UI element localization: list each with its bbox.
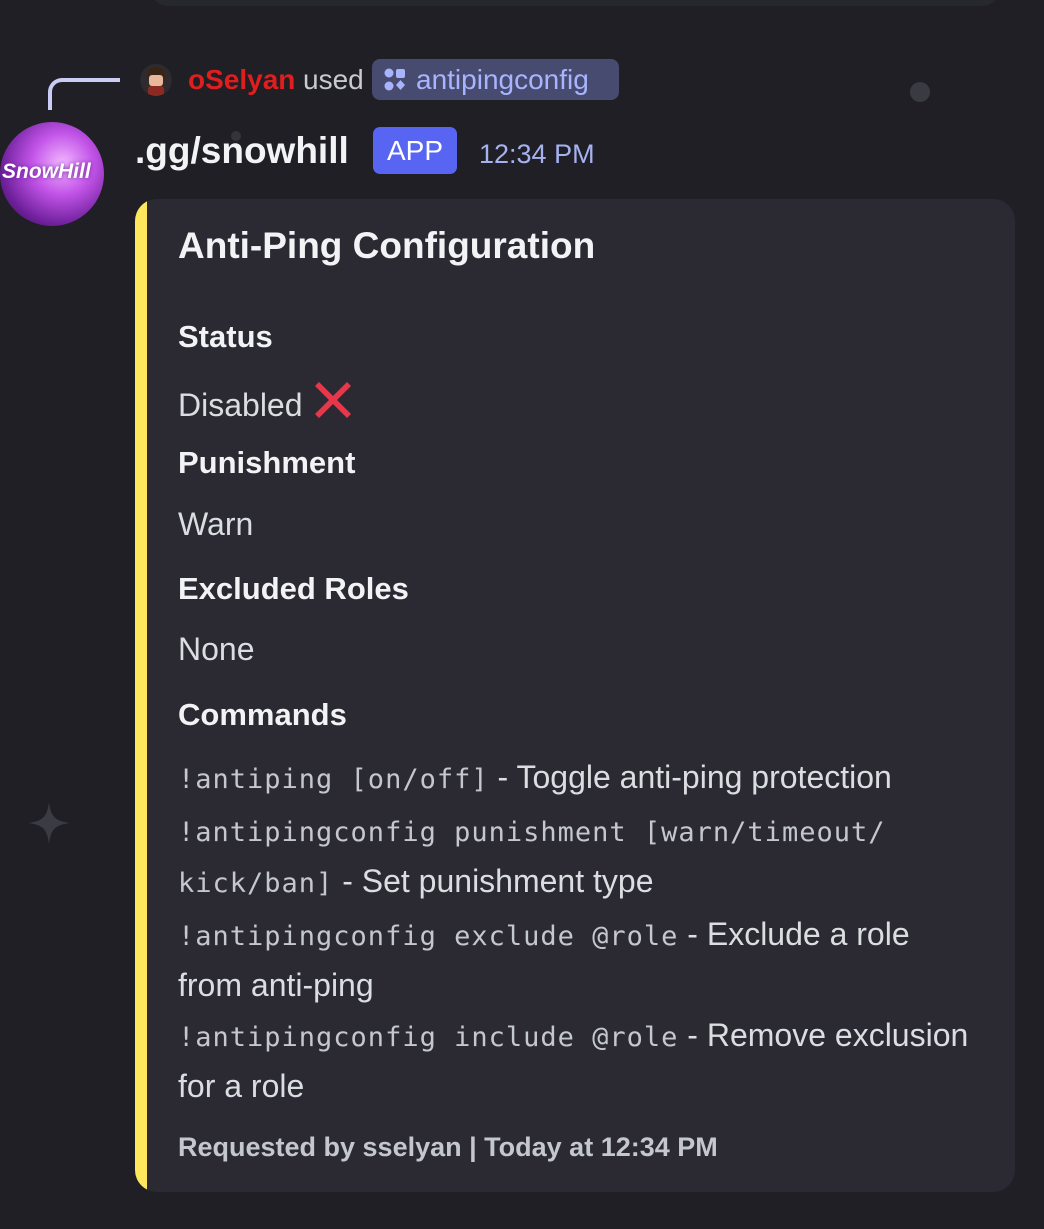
- field-value-status: Disabled: [178, 378, 355, 424]
- reply-connector-line: [48, 78, 120, 110]
- command-code: !antipingconfig exclude @role: [178, 921, 679, 952]
- reply-username[interactable]: oSelyan: [188, 60, 295, 100]
- embed-title: Anti-Ping Configuration: [178, 225, 596, 266]
- command-line: !antipingconfig include @role - Remove e…: [178, 1011, 978, 1110]
- command-code: !antipingconfig include @role: [178, 1022, 679, 1053]
- status-value-text: Disabled: [178, 387, 303, 423]
- avatar-logo-text: SnowHill: [2, 160, 91, 183]
- author-name[interactable]: .gg/snowhill: [135, 127, 349, 175]
- commands-list: !antiping [on/off] - Toggle anti-ping pr…: [178, 753, 978, 1112]
- background-dot: [910, 82, 930, 102]
- slash-command-icon: [384, 68, 405, 90]
- field-value-punishment: Warn: [178, 506, 254, 542]
- command-line: !antiping [on/off] - Toggle anti-ping pr…: [178, 753, 978, 804]
- reply-user-avatar[interactable]: [140, 64, 172, 96]
- command-line: !antipingconfig exclude @role - Exclude …: [178, 910, 978, 1009]
- sparkle-icon: [28, 802, 70, 844]
- cross-mark-icon: [314, 382, 351, 418]
- message-timestamp[interactable]: 12:34 PM: [479, 135, 595, 173]
- previous-message-edge: [150, 0, 1000, 6]
- app-badge: APP: [373, 127, 457, 174]
- command-description: - Toggle anti-ping protection: [488, 759, 892, 795]
- command-line: !antipingconfig punishment [warn/timeout…: [178, 806, 978, 908]
- reply-used-label: used: [303, 64, 364, 95]
- field-value-excluded-roles: None: [178, 631, 255, 667]
- field-name-punishment: Punishment: [178, 445, 356, 480]
- embed-accent-bar: [135, 199, 147, 1192]
- field-name-excluded-roles: Excluded Roles: [178, 571, 409, 606]
- field-name-commands: Commands: [178, 697, 347, 732]
- slash-command-name: antipingconfig: [416, 63, 589, 95]
- command-description: - Set punishment type: [333, 863, 654, 899]
- field-name-status: Status: [178, 319, 273, 354]
- embed-card: Anti-Ping Configuration Status Disabled …: [135, 199, 1015, 1192]
- slash-command-chip[interactable]: antipingconfig: [372, 59, 619, 100]
- command-code: !antiping [on/off]: [178, 764, 489, 795]
- bot-avatar[interactable]: SnowHill: [0, 122, 104, 226]
- embed-footer: Requested by sselyan | Today at 12:34 PM: [178, 1132, 718, 1162]
